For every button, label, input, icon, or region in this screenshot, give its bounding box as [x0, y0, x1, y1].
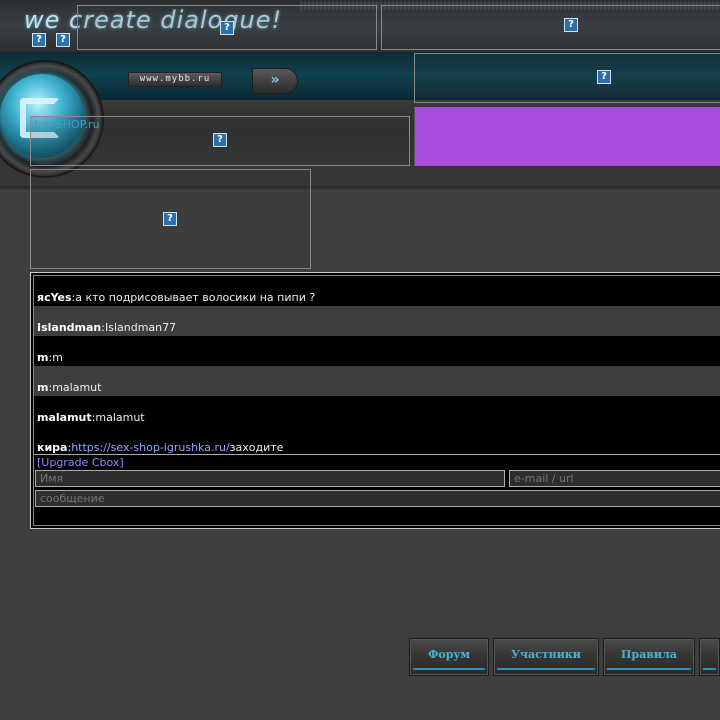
nav-forum-button[interactable]: Форум	[409, 638, 489, 676]
chat-text: malamut	[95, 411, 145, 424]
chat-message-input[interactable]	[35, 490, 720, 507]
missing-image-icon[interactable]: ?	[564, 18, 578, 32]
chat-link[interactable]: https://sex-shop-igrushka.ru/	[71, 441, 229, 454]
missing-image-icon[interactable]: ?	[56, 33, 70, 47]
chat-box: ясYes: а кто подрисовывает волосики на п…	[30, 272, 720, 529]
nav-members-button[interactable]: Участники	[493, 638, 599, 676]
chat-text: malamut	[52, 381, 102, 394]
banner-placeholder: ?	[77, 5, 377, 50]
page: we create dialogue! www.mybb.ru » ? ? ? …	[0, 0, 720, 720]
chat-box-inner: ясYes: а кто подрисовывает волосики на п…	[33, 275, 720, 526]
chat-message: malamut: malamut	[34, 396, 720, 426]
chat-text: заходите	[229, 441, 284, 454]
chat-message: кира: https://sex-shop-igrushka.ru/ захо…	[34, 426, 720, 456]
chat-email-input[interactable]	[509, 470, 720, 487]
chat-divider	[34, 454, 720, 455]
chat-nick[interactable]: m	[37, 381, 48, 394]
chat-text: m	[52, 351, 63, 364]
chat-nick[interactable]: ясYes	[37, 291, 72, 304]
banner-placeholder: ?	[30, 169, 311, 269]
missing-image-icon[interactable]: ?	[213, 133, 227, 147]
chat-message-list: ясYes: а кто подрисовывает волосики на п…	[34, 276, 720, 456]
chat-nick[interactable]: Islandman	[37, 321, 101, 334]
missing-image-icon[interactable]: ?	[32, 33, 46, 47]
site-url-pill[interactable]: www.mybb.ru	[128, 72, 222, 87]
chat-name-input[interactable]	[35, 470, 505, 487]
chat-nick[interactable]: кира	[37, 441, 67, 454]
purple-banner	[414, 107, 720, 166]
chat-message: m: m	[34, 336, 720, 366]
missing-image-icon[interactable]: ?	[220, 21, 234, 35]
chat-nick[interactable]: m	[37, 351, 48, 364]
upgrade-cbox-link[interactable]: [Upgrade Cbox]	[37, 456, 124, 469]
nav-more-button[interactable]	[699, 638, 720, 676]
shop-link[interactable]: fun-SHOP.ru	[34, 118, 100, 131]
chat-nick[interactable]: malamut	[37, 411, 92, 424]
banner-placeholder: ?	[414, 53, 720, 103]
chat-text: Islandman77	[104, 321, 177, 334]
chat-message: m: malamut	[34, 366, 720, 396]
nav-rules-button[interactable]: Правила	[603, 638, 695, 676]
banner-placeholder: ?	[381, 5, 720, 50]
forward-arrow-icon[interactable]: »	[252, 68, 298, 94]
chat-message: Islandman: Islandman77	[34, 306, 720, 336]
chat-message: ясYes: а кто подрисовывает волосики на п…	[34, 276, 720, 306]
chat-text: а кто подрисовывает волосики на пипи ?	[75, 291, 316, 304]
missing-image-icon[interactable]: ?	[597, 70, 611, 84]
missing-image-icon[interactable]: ?	[163, 212, 177, 226]
